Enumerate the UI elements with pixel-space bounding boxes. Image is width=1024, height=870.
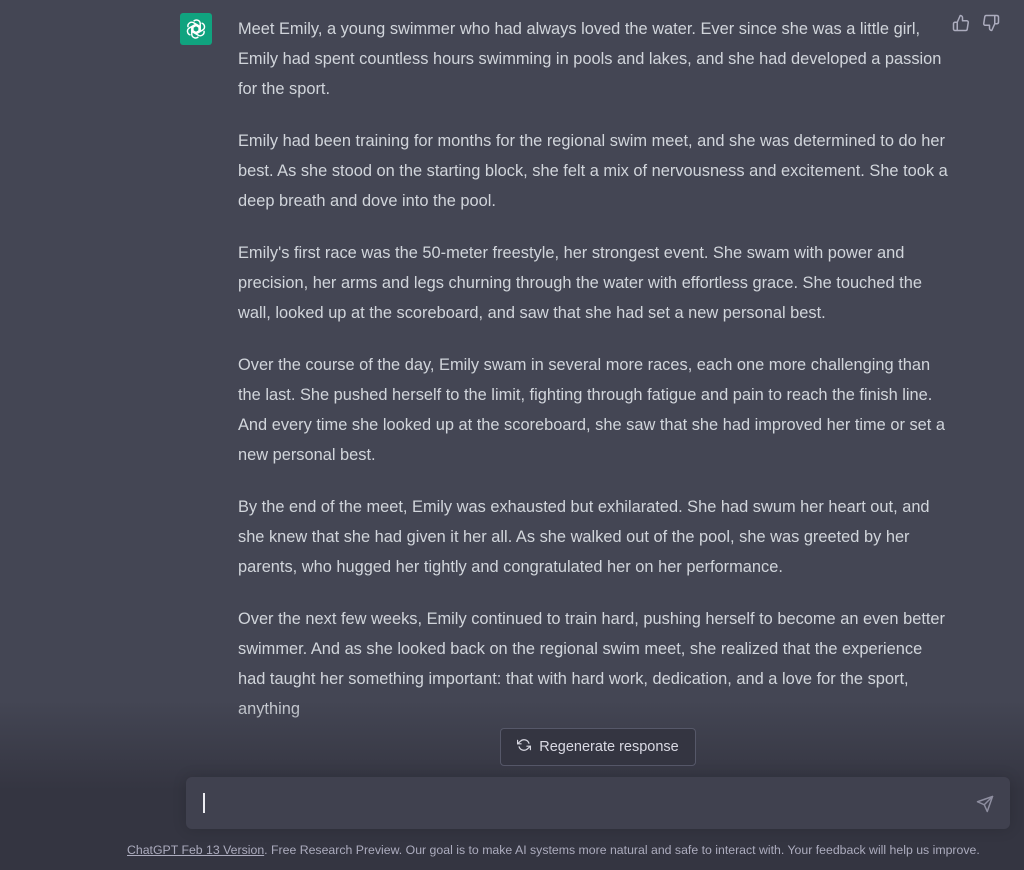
feedback-buttons [952, 14, 1000, 32]
regenerate-label: Regenerate response [539, 739, 679, 755]
refresh-icon [517, 738, 532, 756]
send-icon[interactable] [976, 795, 994, 813]
message-paragraph: By the end of the meet, Emily was exhaus… [238, 498, 930, 576]
message-paragraph: Over the next few weeks, Emily continued… [238, 610, 946, 718]
chat-app: Meet Emily, a young swimmer who had alwa… [0, 0, 1024, 870]
assistant-message: Meet Emily, a young swimmer who had alwa… [0, 0, 1024, 790]
regenerate-response-button[interactable]: Regenerate response [500, 728, 696, 766]
message-paragraph: Over the course of the day, Emily swam i… [238, 356, 946, 464]
message-content: Meet Emily, a young swimmer who had alwa… [238, 14, 950, 746]
message-paragraph: Emily's first race was the 50-meter free… [238, 244, 922, 322]
thumbs-up-icon[interactable] [952, 14, 970, 32]
thumbs-down-icon[interactable] [982, 14, 1000, 32]
message-paragraph: Meet Emily, a young swimmer who had alwa… [238, 20, 942, 98]
openai-logo-icon [180, 13, 212, 45]
footer-disclaimer: ChatGPT Feb 13 Version. Free Research Pr… [127, 843, 980, 857]
version-link[interactable]: ChatGPT Feb 13 Version [127, 843, 264, 857]
text-cursor [203, 793, 205, 813]
message-input[interactable] [186, 777, 1010, 829]
message-paragraph: Emily had been training for months for t… [238, 132, 948, 210]
footer-text: . Free Research Preview. Our goal is to … [264, 843, 980, 857]
